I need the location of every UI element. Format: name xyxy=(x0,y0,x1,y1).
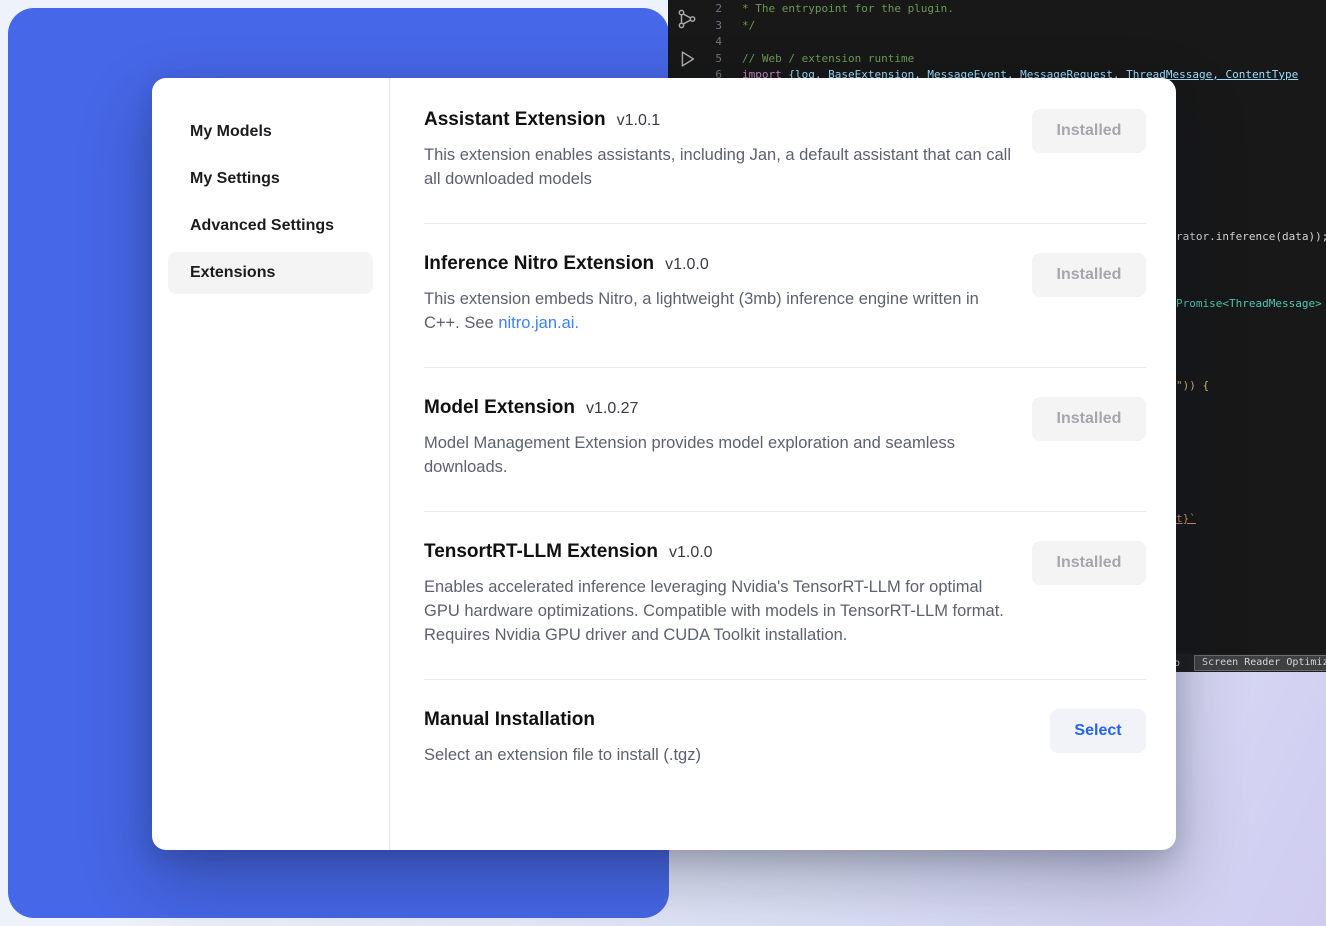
extension-name: TensortRT-LLM Extension xyxy=(424,541,658,563)
line-number: 3 xyxy=(668,18,742,35)
code-text: */ xyxy=(742,19,755,32)
extension-name: Assistant Extension xyxy=(424,109,606,131)
code-line: 4 xyxy=(668,34,1326,51)
code-fragment: t}` xyxy=(1176,512,1196,525)
nitro-link[interactable]: nitro.jan.ai. xyxy=(498,314,579,332)
extension-row-assistant: Assistant Extension v1.0.1 This extensio… xyxy=(424,80,1146,224)
sidebar-item-extensions[interactable]: Extensions xyxy=(168,252,373,294)
extension-version: v1.0.27 xyxy=(586,400,638,418)
installed-button[interactable]: Installed xyxy=(1032,109,1146,153)
sidebar-item-my-models[interactable]: My Models xyxy=(168,111,373,153)
extension-version: v1.0.0 xyxy=(665,256,709,274)
sidebar-item-my-settings[interactable]: My Settings xyxy=(168,158,373,200)
extension-name: Model Extension xyxy=(424,397,575,419)
code-line: 3*/ xyxy=(668,18,1326,35)
code-text: // Web / extension runtime xyxy=(742,52,914,65)
code-lines: 2* The entrypoint for the plugin. 3*/ 4 … xyxy=(668,1,1326,84)
extension-description: Enables accelerated inference leveraging… xyxy=(424,575,1012,647)
manual-installation-description: Select an extension file to install (.tg… xyxy=(424,743,701,767)
extension-version: v1.0.0 xyxy=(669,544,713,562)
installed-button[interactable]: Installed xyxy=(1032,397,1146,441)
code-line: 5// Web / extension runtime xyxy=(668,51,1326,68)
manual-installation-title: Manual Installation xyxy=(424,709,595,731)
installed-button[interactable]: Installed xyxy=(1032,253,1146,297)
settings-modal: My Models My Settings Advanced Settings … xyxy=(152,78,1176,850)
sidebar-item-advanced-settings[interactable]: Advanced Settings xyxy=(168,205,373,247)
code-text: * The entrypoint for the plugin. xyxy=(742,2,954,15)
code-fragment: ")) { xyxy=(1176,379,1209,392)
extension-row-model: Model Extension v1.0.27 Model Management… xyxy=(424,368,1146,512)
extension-description: This extension enables assistants, inclu… xyxy=(424,143,1012,191)
line-number: 4 xyxy=(668,34,742,51)
code-line: 2* The entrypoint for the plugin. xyxy=(668,1,1326,18)
extension-row-tensorrt: TensortRT-LLM Extension v1.0.0 Enables a… xyxy=(424,512,1146,680)
extension-description: This extension embeds Nitro, a lightweig… xyxy=(424,287,1012,335)
select-file-button[interactable]: Select xyxy=(1050,709,1146,753)
extension-version: v1.0.1 xyxy=(617,112,661,130)
code-fragment: rator.inference(data)); xyxy=(1176,230,1326,243)
manual-installation-row: Manual Installation Select an extension … xyxy=(424,680,1146,799)
screen-reader-chip[interactable]: Screen Reader Optimize xyxy=(1194,655,1326,671)
settings-sidebar: My Models My Settings Advanced Settings … xyxy=(152,78,390,850)
extension-row-nitro: Inference Nitro Extension v1.0.0 This ex… xyxy=(424,224,1146,368)
line-number: 2 xyxy=(668,1,742,18)
extension-description: Model Management Extension provides mode… xyxy=(424,431,1012,479)
code-fragment: Promise<ThreadMessage> xyxy=(1176,297,1322,310)
extension-name: Inference Nitro Extension xyxy=(424,253,654,275)
installed-button[interactable]: Installed xyxy=(1032,541,1146,585)
extensions-panel: Assistant Extension v1.0.1 This extensio… xyxy=(390,78,1176,850)
line-number: 5 xyxy=(668,51,742,68)
